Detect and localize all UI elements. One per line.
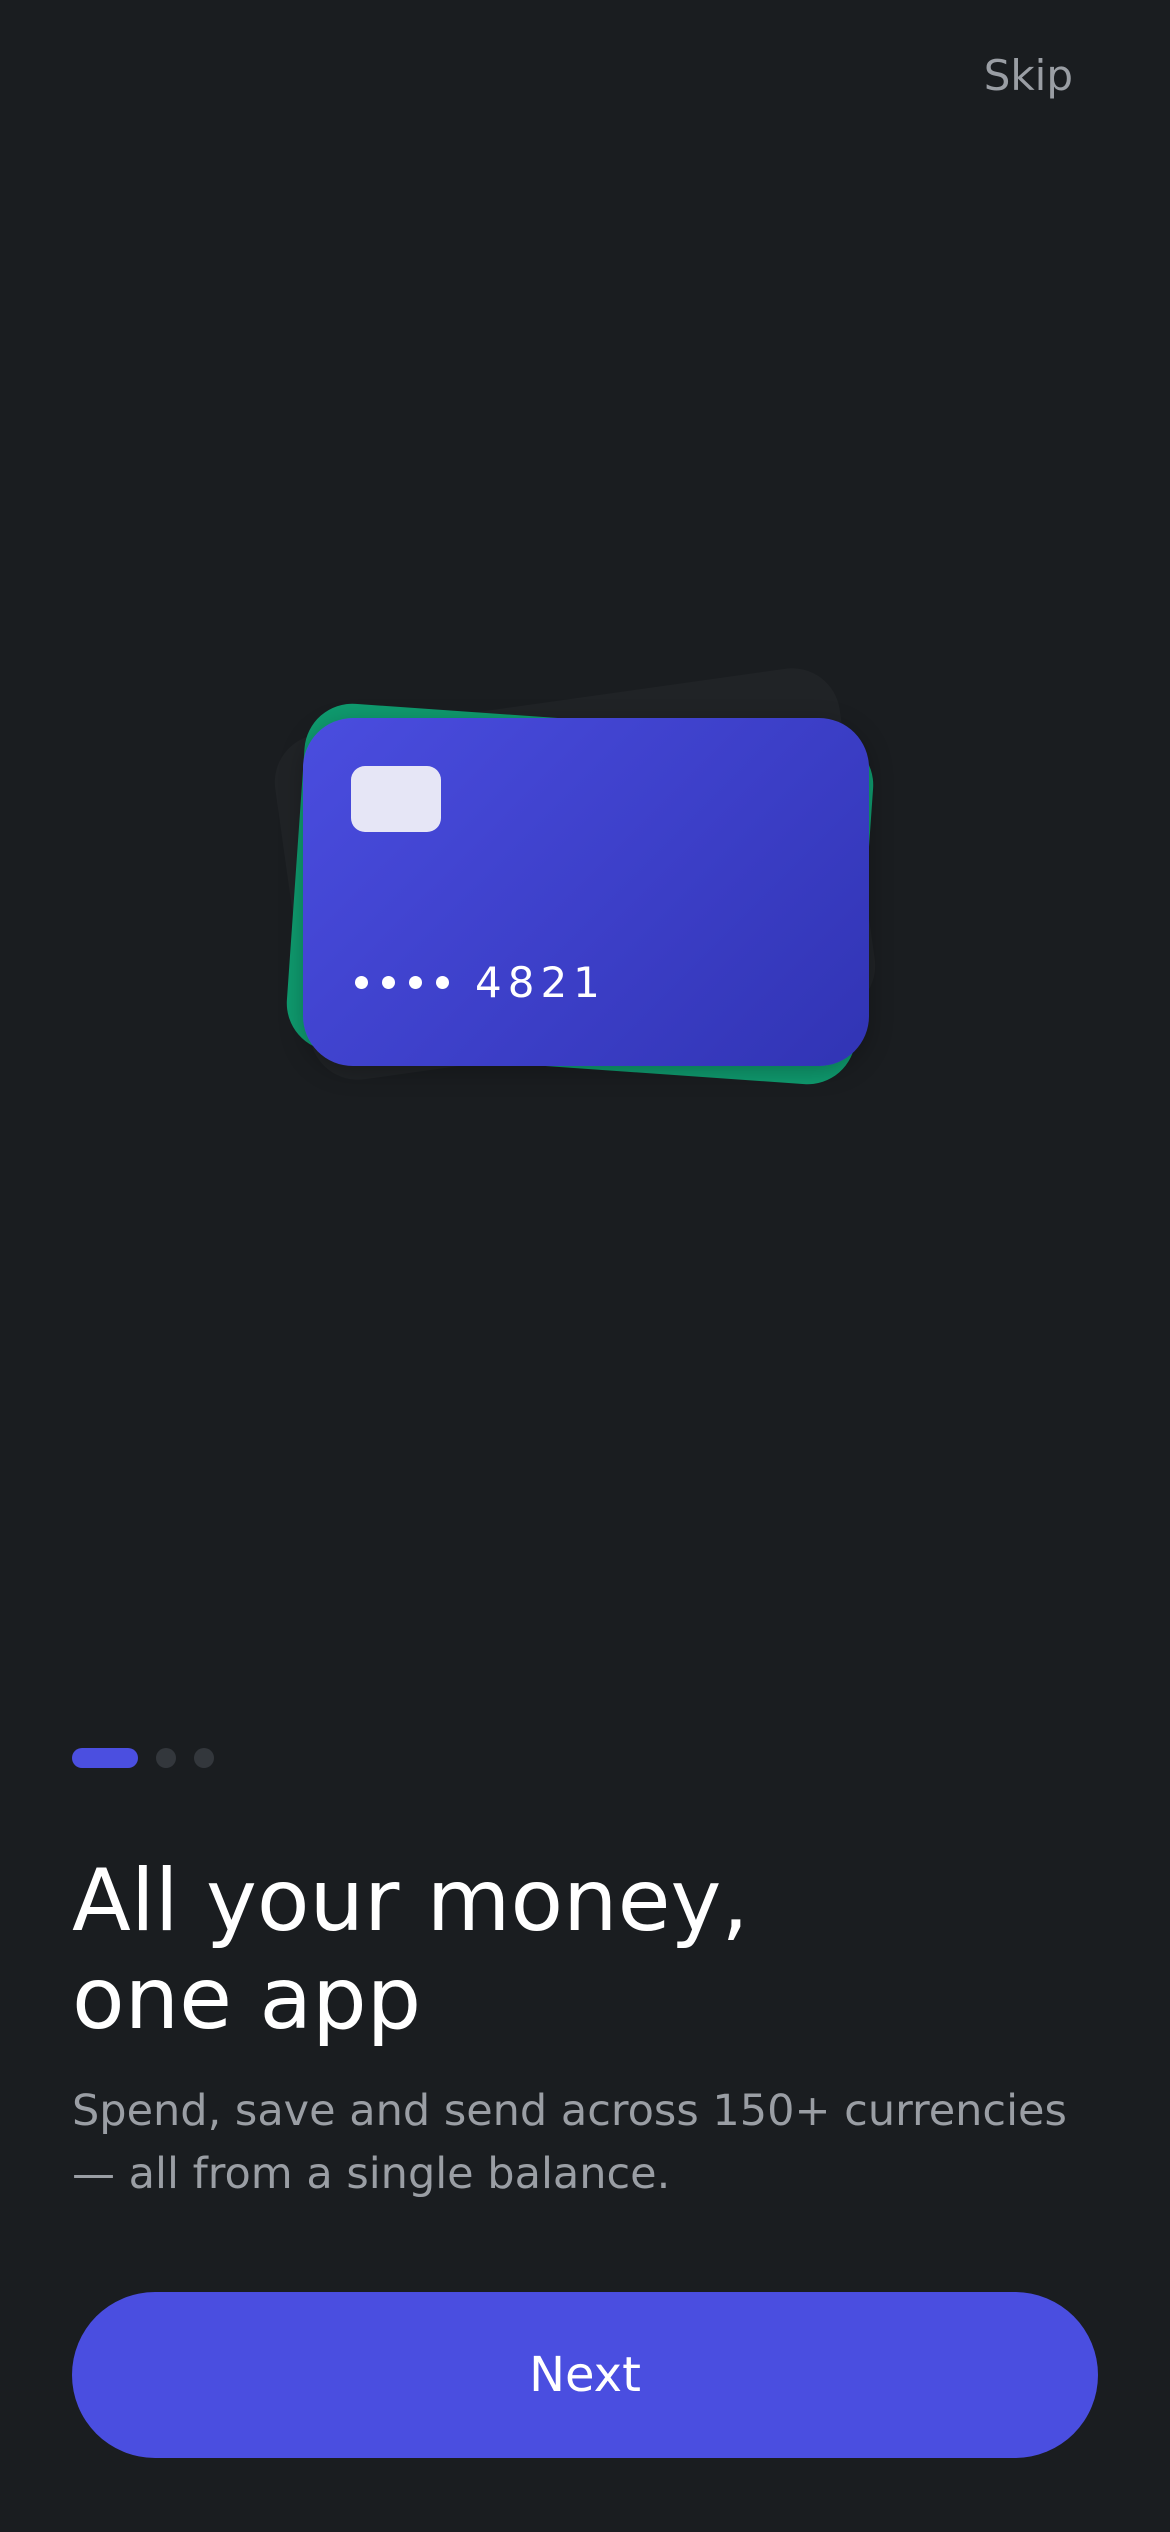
page-dot-active — [72, 1748, 138, 1768]
description-line-2: — all from a single balance. — [72, 2149, 671, 2199]
skip-button[interactable]: Skip — [984, 46, 1073, 106]
card-last-four: 4821 — [475, 958, 606, 1007]
onboarding-description: Spend, save and send across 150+ currenc… — [72, 2080, 1112, 2206]
card-number: 4821 — [355, 958, 606, 1007]
mask-dot — [355, 976, 368, 989]
mask-dot — [409, 976, 422, 989]
card-chip-icon — [351, 766, 441, 832]
page-indicator — [72, 1748, 214, 1768]
page-dot — [194, 1748, 214, 1768]
card-illustration: 4821 — [250, 640, 930, 1120]
title-line-1: All your money, — [72, 1851, 749, 1951]
mask-dot — [436, 976, 449, 989]
card-front: 4821 — [303, 718, 869, 1066]
description-line-1: Spend, save and send across 150+ currenc… — [72, 2086, 1067, 2136]
next-button[interactable]: Next — [72, 2292, 1098, 2458]
page-dot — [156, 1748, 176, 1768]
mask-dot — [382, 976, 395, 989]
onboarding-title: All your money, one app — [72, 1852, 1072, 2048]
title-line-2: one app — [72, 1949, 422, 2049]
